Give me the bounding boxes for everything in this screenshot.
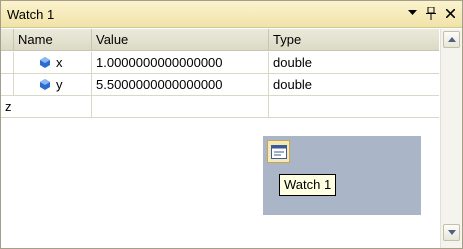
variable-field-icon	[40, 57, 50, 68]
vertical-scrollbar[interactable]	[440, 29, 462, 248]
type-cell: double	[273, 77, 313, 92]
table-row[interactable]: y 5.5000000000000000 double	[1, 74, 439, 96]
value-cell[interactable]: 1.0000000000000000	[92, 52, 269, 73]
scroll-up-button[interactable]	[443, 31, 460, 48]
grid-header: Name Value Type	[1, 29, 439, 51]
column-header-type[interactable]: Type	[269, 29, 439, 51]
header-gutter	[1, 29, 14, 51]
watch-window-icon[interactable]	[267, 140, 290, 163]
tooltip: Watch 1	[279, 174, 337, 196]
window-title: Watch 1	[7, 7, 55, 22]
table-row[interactable]: x 1.0000000000000000 double	[1, 52, 439, 74]
type-cell: double	[273, 55, 313, 70]
scroll-down-icon	[447, 230, 456, 235]
name-cell[interactable]: x	[14, 52, 92, 73]
name-cell[interactable]: y	[14, 74, 92, 95]
close-icon[interactable]	[444, 5, 456, 21]
dropdown-arrow-icon[interactable]	[406, 5, 418, 21]
column-header-name[interactable]: Name	[14, 29, 92, 51]
watch-window: Watch 1 Name Value Type x 1.000000000000…	[0, 0, 463, 249]
table-row[interactable]: z	[1, 96, 439, 118]
variable-field-icon	[40, 79, 50, 90]
scroll-down-button[interactable]	[443, 224, 460, 241]
value-cell[interactable]	[92, 96, 269, 117]
pin-icon[interactable]	[425, 5, 437, 21]
type-cell	[269, 96, 439, 117]
variable-name: y	[56, 77, 63, 92]
title-bar[interactable]: Watch 1	[1, 1, 462, 28]
variable-name: x	[56, 55, 63, 70]
column-header-value[interactable]: Value	[92, 29, 269, 51]
name-cell[interactable]: z	[1, 96, 92, 117]
scroll-up-icon	[447, 37, 456, 42]
value-cell[interactable]: 5.5000000000000000	[92, 74, 269, 95]
